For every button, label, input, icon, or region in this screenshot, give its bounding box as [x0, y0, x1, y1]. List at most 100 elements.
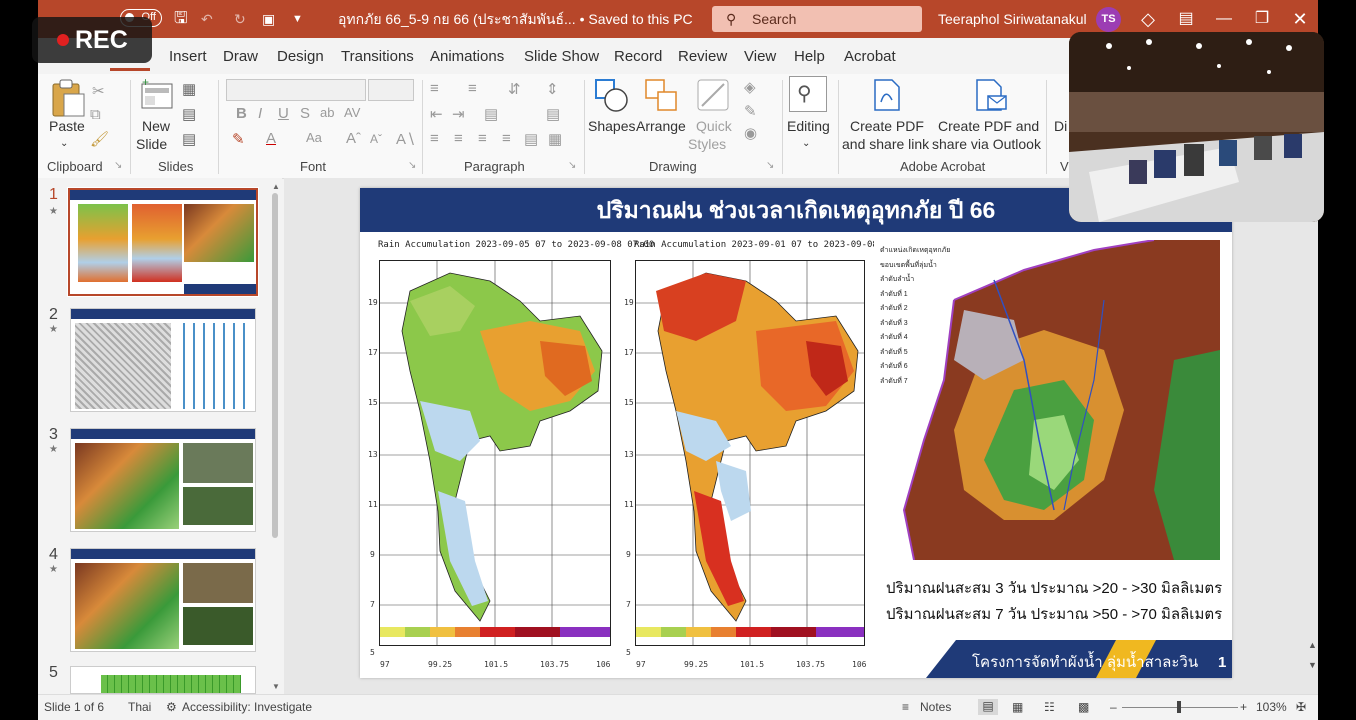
present-icon[interactable]: ▣ — [262, 0, 275, 38]
new-slide-label-1[interactable]: New — [142, 117, 170, 135]
distributed-icon[interactable]: ▤ — [524, 130, 538, 148]
rain-note-7day[interactable]: ปริมาณฝนสะสม 7 วัน ประมาณ >50 - >70 มิลล… — [886, 602, 1222, 626]
new-slide-icon[interactable]: + — [140, 78, 174, 110]
font-color-icon[interactable]: A — [266, 130, 276, 147]
arrange-icon[interactable] — [644, 78, 680, 114]
slide-canvas[interactable]: ปริมาณฝน ช่วงเวลาเกิดเหตุอุทกภัย ปี 66 R… — [360, 188, 1232, 678]
thumbnail-slide-1[interactable] — [67, 187, 259, 297]
thumbnail-slide-2[interactable] — [70, 308, 256, 412]
highlight-icon[interactable]: ✎ — [232, 130, 245, 148]
rain-map-7day[interactable] — [635, 260, 865, 646]
thumbnail-slide-3[interactable] — [70, 428, 256, 532]
pdf-link-icon[interactable] — [872, 78, 902, 112]
shape-effects-icon[interactable]: ◉ — [744, 124, 757, 142]
basin-terrain-map[interactable]: ตำแหน่งเกิดเหตุอุทกภัย ขอบเขตพื้นที่ลุ่ม… — [874, 240, 1220, 560]
shapes-icon[interactable] — [594, 78, 630, 114]
video-conference-feed[interactable] — [1069, 32, 1324, 222]
quick-styles-label-2[interactable]: Styles — [688, 135, 726, 153]
character-spacing-icon[interactable]: ab — [320, 105, 334, 120]
numbering-icon[interactable]: ≡ — [468, 80, 477, 97]
fit-to-window-icon[interactable]: ✠ — [1296, 700, 1306, 714]
paragraph-launcher-icon[interactable]: ↘ — [568, 160, 576, 171]
align-center-icon[interactable]: ≡ — [454, 130, 463, 147]
zoom-in-icon[interactable]: + — [1240, 700, 1247, 714]
tab-draw[interactable]: Draw — [223, 48, 258, 65]
pdf-outlook-icon[interactable] — [974, 78, 1008, 112]
accessibility-status[interactable]: Accessibility: Investigate — [182, 700, 312, 714]
zoom-out-icon[interactable]: – — [1110, 700, 1117, 714]
text-effects-icon[interactable]: Aa — [306, 130, 322, 145]
save-icon[interactable]: 🖫 — [174, 0, 188, 38]
increase-indent-icon[interactable]: ⇥ — [452, 105, 465, 123]
document-title[interactable]: อุทกภัย 66_5-9 กย 66 (ประชาสัมพันธ์... •… — [338, 0, 693, 38]
line-spacing-icon[interactable]: ⇵ — [508, 80, 521, 98]
next-slide-icon[interactable]: ▼ — [1308, 660, 1317, 670]
tab-insert[interactable]: Insert — [169, 48, 207, 65]
italic-icon[interactable]: I — [258, 105, 262, 122]
slideshow-view-icon[interactable]: ▩ — [1078, 700, 1089, 714]
rain-map-3day[interactable] — [379, 260, 611, 646]
increase-font-icon[interactable]: Aˆ — [346, 130, 361, 147]
drawing-launcher-icon[interactable]: ↘ — [766, 160, 774, 171]
quick-styles-label-1[interactable]: Quick — [696, 117, 732, 135]
tab-slide-show[interactable]: Slide Show — [524, 48, 599, 65]
align-text-icon[interactable]: ▤ — [546, 105, 560, 123]
language-indicator[interactable]: Thai — [128, 700, 151, 714]
clipboard-launcher-icon[interactable]: ↘ — [114, 160, 122, 171]
thumbnail-scroll-thumb[interactable] — [272, 193, 278, 538]
undo-icon[interactable]: ↶ — [201, 0, 213, 38]
new-slide-label-2[interactable]: Slide — [136, 135, 167, 153]
text-direction-icon[interactable]: ⇕ — [546, 80, 559, 98]
clear-formatting-icon[interactable]: A∖ — [396, 130, 416, 148]
create-pdf-outlook-label-1[interactable]: Create PDF and — [938, 117, 1039, 135]
create-pdf-link-label-2[interactable]: and share link — [842, 135, 929, 153]
zoom-level[interactable]: 103% — [1256, 700, 1287, 714]
shape-fill-icon[interactable]: ◈ — [744, 78, 756, 96]
zoom-slider-thumb[interactable] — [1177, 701, 1181, 713]
tab-animations[interactable]: Animations — [430, 48, 504, 65]
justify-icon[interactable]: ≡ — [502, 130, 511, 147]
reading-view-icon[interactable]: ☷ — [1044, 700, 1055, 714]
quick-styles-icon[interactable] — [696, 78, 732, 114]
reset-icon[interactable]: ▤ — [182, 105, 196, 123]
normal-view-icon[interactable]: ▤ — [978, 699, 998, 715]
format-painter-icon[interactable]: 🖌 — [90, 130, 109, 148]
editing-icon-box[interactable]: ⚲ — [789, 76, 827, 112]
font-size-select[interactable] — [368, 79, 414, 101]
copy-icon[interactable]: ⧉ — [90, 106, 101, 123]
editing-button[interactable]: Editing — [787, 117, 830, 135]
rain-note-3day[interactable]: ปริมาณฝนสะสม 3 วัน ประมาณ >20 - >30 มิลล… — [886, 576, 1222, 600]
paste-icon[interactable] — [50, 78, 86, 118]
cut-icon[interactable]: ✂ — [92, 82, 105, 100]
user-name[interactable]: Teeraphol Siriwatanakul — [938, 0, 1087, 38]
bold-icon[interactable]: B — [236, 105, 247, 122]
prev-slide-icon[interactable]: ▲ — [1308, 640, 1317, 650]
scroll-down-icon[interactable]: ▼ — [272, 682, 280, 691]
shape-outline-icon[interactable]: ✎ — [744, 102, 757, 120]
bullets-icon[interactable]: ≡ — [430, 80, 439, 97]
dictate-button[interactable]: Di — [1054, 117, 1067, 135]
decrease-font-icon[interactable]: Aˇ — [370, 132, 382, 146]
create-pdf-outlook-label-2[interactable]: share via Outlook — [932, 135, 1041, 153]
notes-button[interactable]: Notes — [920, 700, 951, 714]
accessibility-icon[interactable]: ⚙ — [166, 700, 177, 714]
tab-view[interactable]: View — [744, 48, 776, 65]
shapes-button[interactable]: Shapes — [588, 117, 635, 135]
section-icon[interactable]: ▤ — [182, 130, 196, 148]
font-launcher-icon[interactable]: ↘ — [408, 160, 416, 171]
thumbnail-slide-4[interactable] — [70, 548, 256, 652]
paste-button[interactable]: Paste — [49, 117, 85, 135]
search-box[interactable]: ⚲ Search — [712, 6, 922, 32]
avatar[interactable]: TS — [1096, 7, 1121, 32]
columns-icon[interactable]: ▤ — [484, 105, 498, 123]
editing-dropdown-icon[interactable]: ⌄ — [802, 135, 810, 153]
smartart-icon[interactable]: ▦ — [548, 130, 562, 148]
underline-icon[interactable]: U — [278, 105, 289, 122]
change-case-icon[interactable]: AV — [344, 105, 360, 120]
customize-qat-icon[interactable]: ▼ — [292, 0, 303, 38]
tab-acrobat[interactable]: Acrobat — [844, 48, 896, 65]
tab-review[interactable]: Review — [678, 48, 727, 65]
paste-dropdown-icon[interactable]: ⌄ — [60, 135, 68, 153]
font-family-select[interactable] — [226, 79, 366, 101]
thumbnail-slide-5[interactable] — [70, 666, 256, 694]
